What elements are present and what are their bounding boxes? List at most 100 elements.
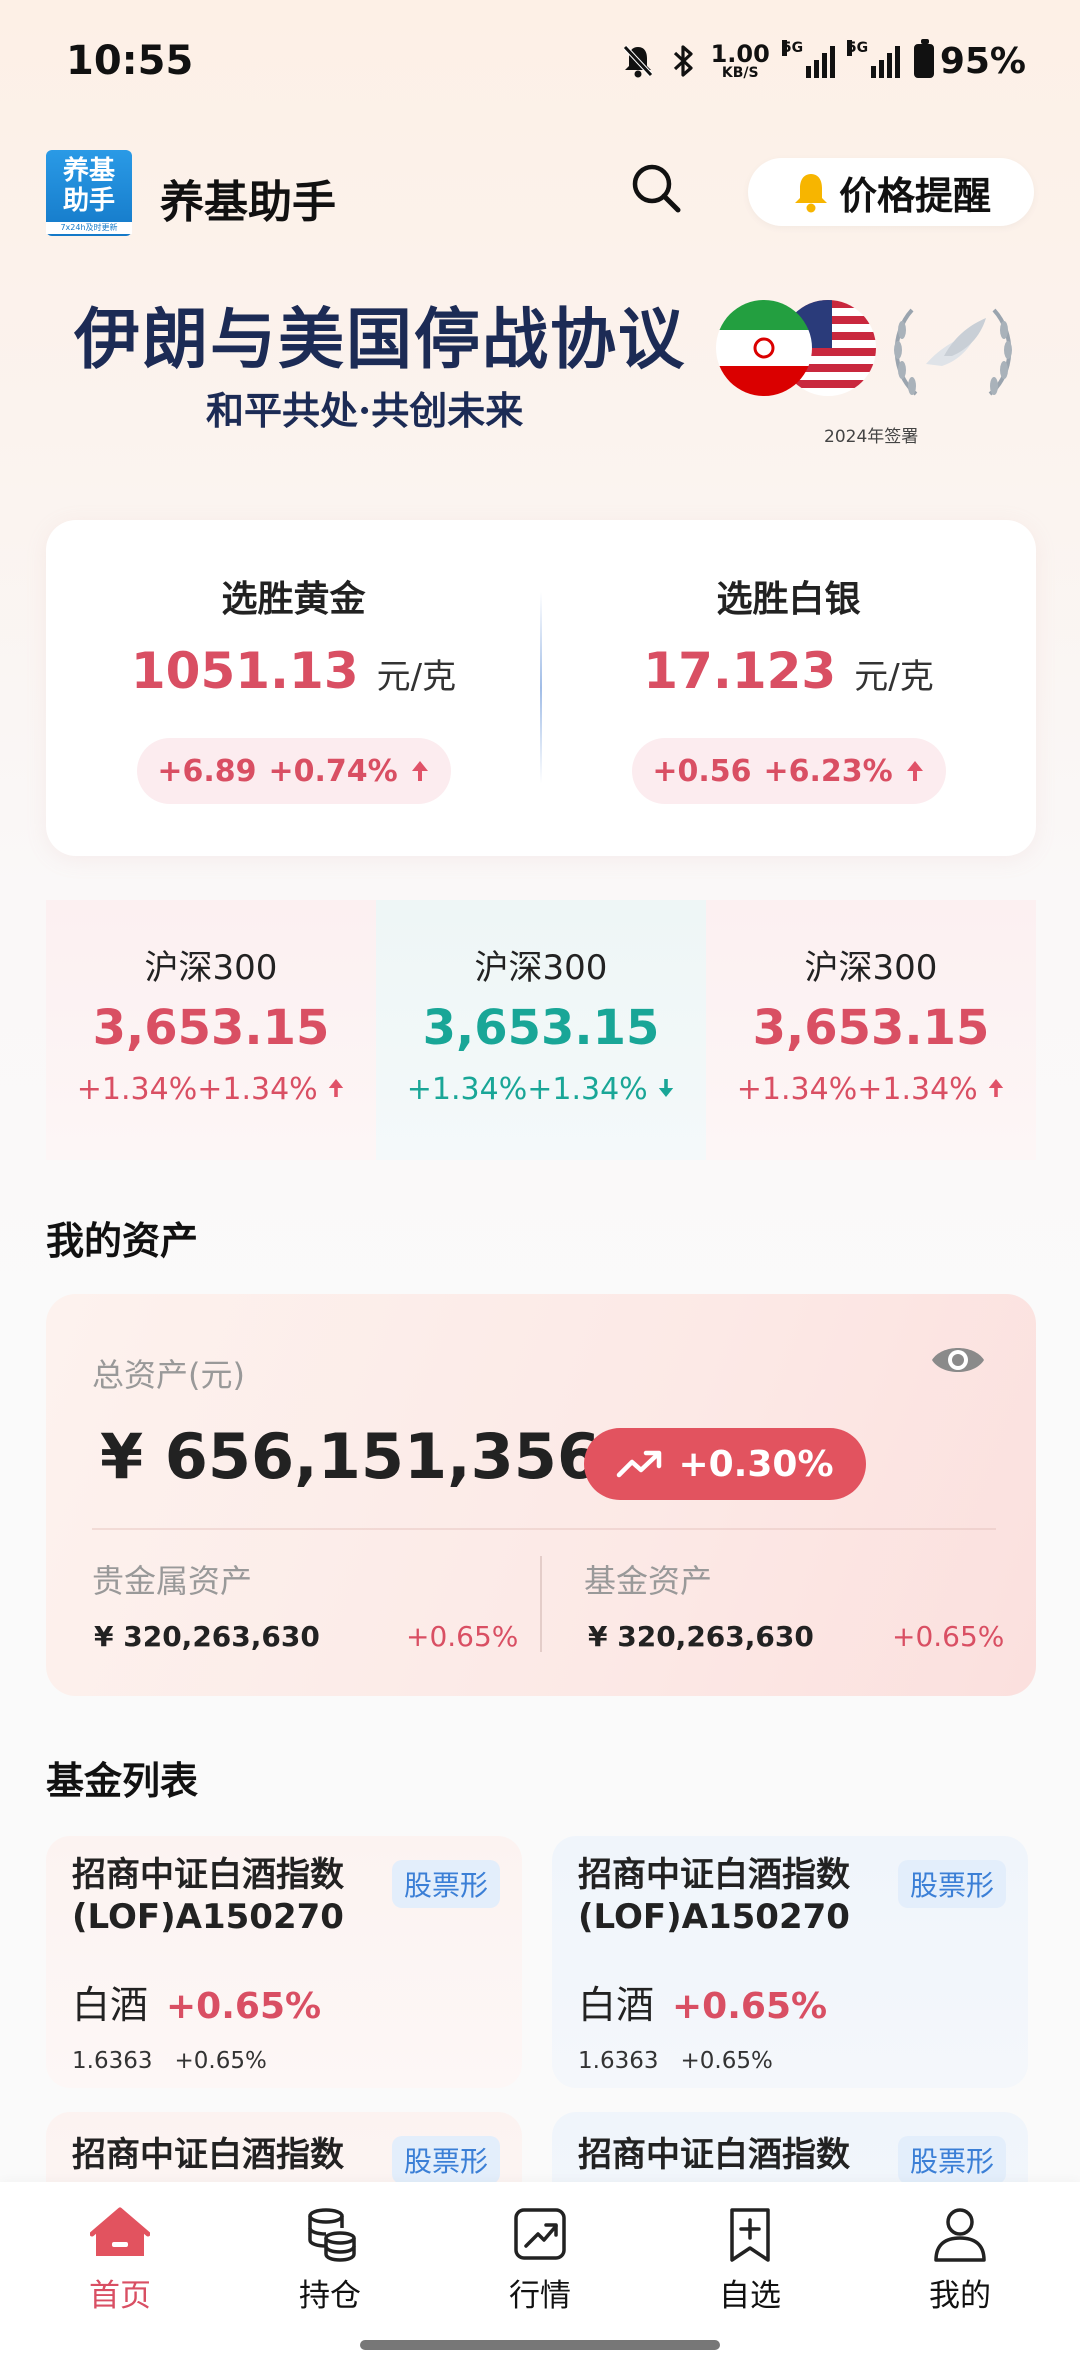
logo-line1: 养基 (62, 156, 115, 186)
fund-name: 招商中证白酒指数(LOF)A150270 (578, 1855, 850, 1937)
index-name: 沪深300 (474, 948, 608, 988)
index-row: 沪深300 3,653.15 +1.34%+1.34% 沪深300 3,653.… (46, 900, 1036, 1160)
network-speed-unit: KB/S (721, 65, 759, 81)
fund-category-pct: +0.65% (672, 1986, 828, 2027)
fund-card[interactable]: 招商中证白酒指数(LOF)A150270 股票形 白酒 +0.65% 1.636… (46, 1836, 522, 2088)
arrow-up-icon (411, 761, 428, 781)
index-value: 3,653.15 (92, 1000, 330, 1056)
metal-assets-pct: +0.65% (406, 1620, 519, 1653)
logo-line2: 助手 (62, 186, 115, 216)
index-change-text: +1.34%+1.34% (76, 1072, 318, 1107)
gold-price[interactable]: 选胜黄金 1051.13 元/克 +6.89 +0.74% (46, 520, 541, 856)
battery-percent: 95% (939, 40, 1026, 82)
nav-label: 自选 (719, 2278, 781, 2314)
assets-section-title: 我的资产 (46, 1219, 199, 1263)
home-icon (90, 2207, 150, 2256)
metal-change-badge: +6.89 +0.74% (136, 738, 451, 804)
nav-label: 行情 (509, 2278, 571, 2314)
fund-category-label: 白酒 (72, 1983, 149, 2027)
metal-change-pct: +6.23% (763, 753, 893, 789)
fund-nav: 1.6363 +0.65% (72, 2048, 267, 2074)
index-card[interactable]: 沪深300 3,653.15 +1.34%+1.34% (706, 900, 1036, 1160)
mute-bell-icon (622, 45, 653, 78)
coins-icon (308, 2208, 356, 2262)
fund-type-tag: 股票形 (391, 2136, 500, 2184)
nav-profile[interactable]: 我的 (890, 2204, 1030, 2315)
fund-list-title: 基金列表 (46, 1759, 199, 1803)
metal-change: +0.56 (652, 753, 752, 789)
metal-name: 选胜白银 (716, 579, 861, 620)
fund-assets-pct: +0.65% (892, 1620, 1005, 1653)
total-assets-change-badge: +0.30% (584, 1428, 866, 1500)
fund-name: 招商中证白酒指数 (72, 2135, 344, 2175)
fund-name: 招商中证白酒指数(LOF)A150270 (72, 1855, 344, 1937)
index-change: +1.34%+1.34% (706, 1072, 1036, 1107)
status-icons: 1.00 KB/S 5G 5G 95% (621, 36, 1026, 86)
fund-category: 白酒 +0.65% (72, 1974, 321, 2029)
fund-type-tag: 股票形 (391, 1860, 500, 1908)
arrow-up-icon (329, 1079, 344, 1097)
index-value: 3,653.15 (752, 1000, 990, 1056)
arrow-down-icon (659, 1079, 674, 1097)
banner-year: 2024年签署 (824, 427, 919, 447)
arrow-up-icon (989, 1079, 1004, 1097)
metal-assets-label: 贵金属资产 (92, 1562, 253, 1600)
metal-change-pct: +0.74% (268, 753, 398, 789)
iran-usa-flags-icon (716, 300, 876, 396)
arrow-up-icon (906, 761, 923, 781)
metal-price-unit: 元/克 (854, 657, 934, 697)
search-icon (632, 164, 681, 213)
fund-category: 白酒 +0.65% (578, 1974, 827, 2029)
nav-label: 我的 (929, 2278, 991, 2314)
index-card[interactable]: 沪深300 3,653.15 +1.34%+1.34% (376, 900, 706, 1160)
nav-label: 首页 (89, 2278, 151, 2314)
price-alert-button[interactable]: 价格提醒 (748, 158, 1034, 226)
eye-icon (932, 1348, 984, 1372)
fund-nav-pct: +0.65% (680, 2048, 773, 2074)
fund-card[interactable]: 招商中证白酒指数(LOF)A150270 股票形 白酒 +0.65% 1.636… (552, 1836, 1028, 2088)
metal-assets-value: ¥ 320,263,630 (94, 1620, 320, 1653)
peace-dove-wreath-icon (894, 308, 1012, 396)
nav-watchlist[interactable]: 自选 (680, 2204, 820, 2315)
nav-home[interactable]: 首页 (50, 2204, 190, 2315)
nav-label: 持仓 (299, 2278, 361, 2314)
logo-tagline: 7x24h及时更新 (46, 222, 132, 234)
fund-type-tag: 股票形 (897, 2136, 1006, 2184)
fund-nav-value: 1.6363 (72, 2048, 153, 2074)
signal-5g-icon: 5G (781, 40, 835, 78)
metal-price: 17.123 元/克 (541, 642, 1036, 700)
fund-category-label: 白酒 (578, 1983, 655, 2027)
fund-category-pct: +0.65% (166, 1986, 322, 2027)
trending-up-icon (617, 1450, 662, 1478)
index-value: 3,653.15 (422, 1000, 660, 1056)
user-icon (934, 2208, 986, 2262)
network-speed-value: 1.00 (710, 40, 770, 68)
signal-label-2: 5G (846, 40, 869, 56)
silver-price[interactable]: 选胜白银 17.123 元/克 +0.56 +6.23% (541, 520, 1036, 856)
metal-change: +6.89 (157, 753, 257, 789)
status-time: 10:55 (66, 38, 194, 84)
fund-assets-value: ¥ 320,263,630 (588, 1620, 814, 1653)
toggle-visibility-button[interactable] (930, 1338, 986, 1382)
index-card[interactable]: 沪深300 3,653.15 +1.34%+1.34% (46, 900, 376, 1160)
app-title: 养基助手 (160, 177, 336, 228)
nav-holdings[interactable]: 持仓 (260, 2204, 400, 2315)
chart-icon (514, 2208, 566, 2260)
assets-vertical-divider (540, 1556, 542, 1652)
app-logo: 养基 助手 7x24h及时更新 (46, 150, 132, 236)
home-indicator[interactable] (360, 2340, 720, 2350)
battery-icon (913, 39, 934, 78)
nav-market[interactable]: 行情 (470, 2204, 610, 2315)
fund-type-tag: 股票形 (897, 1860, 1006, 1908)
metal-price: 1051.13 元/克 (46, 642, 541, 700)
assets-divider (92, 1528, 996, 1530)
total-assets-value: ¥ 656,151,356 (100, 1420, 601, 1493)
index-change-text: +1.34%+1.34% (736, 1072, 978, 1107)
network-speed: 1.00 KB/S (711, 42, 770, 80)
metal-name: 选胜黄金 (221, 579, 366, 620)
search-button[interactable] (628, 160, 684, 216)
total-assets-change: +0.30% (678, 1443, 834, 1485)
index-change-text: +1.34%+1.34% (406, 1072, 648, 1107)
fund-nav-pct: +0.65% (174, 2048, 267, 2074)
index-name: 沪深300 (804, 948, 938, 988)
